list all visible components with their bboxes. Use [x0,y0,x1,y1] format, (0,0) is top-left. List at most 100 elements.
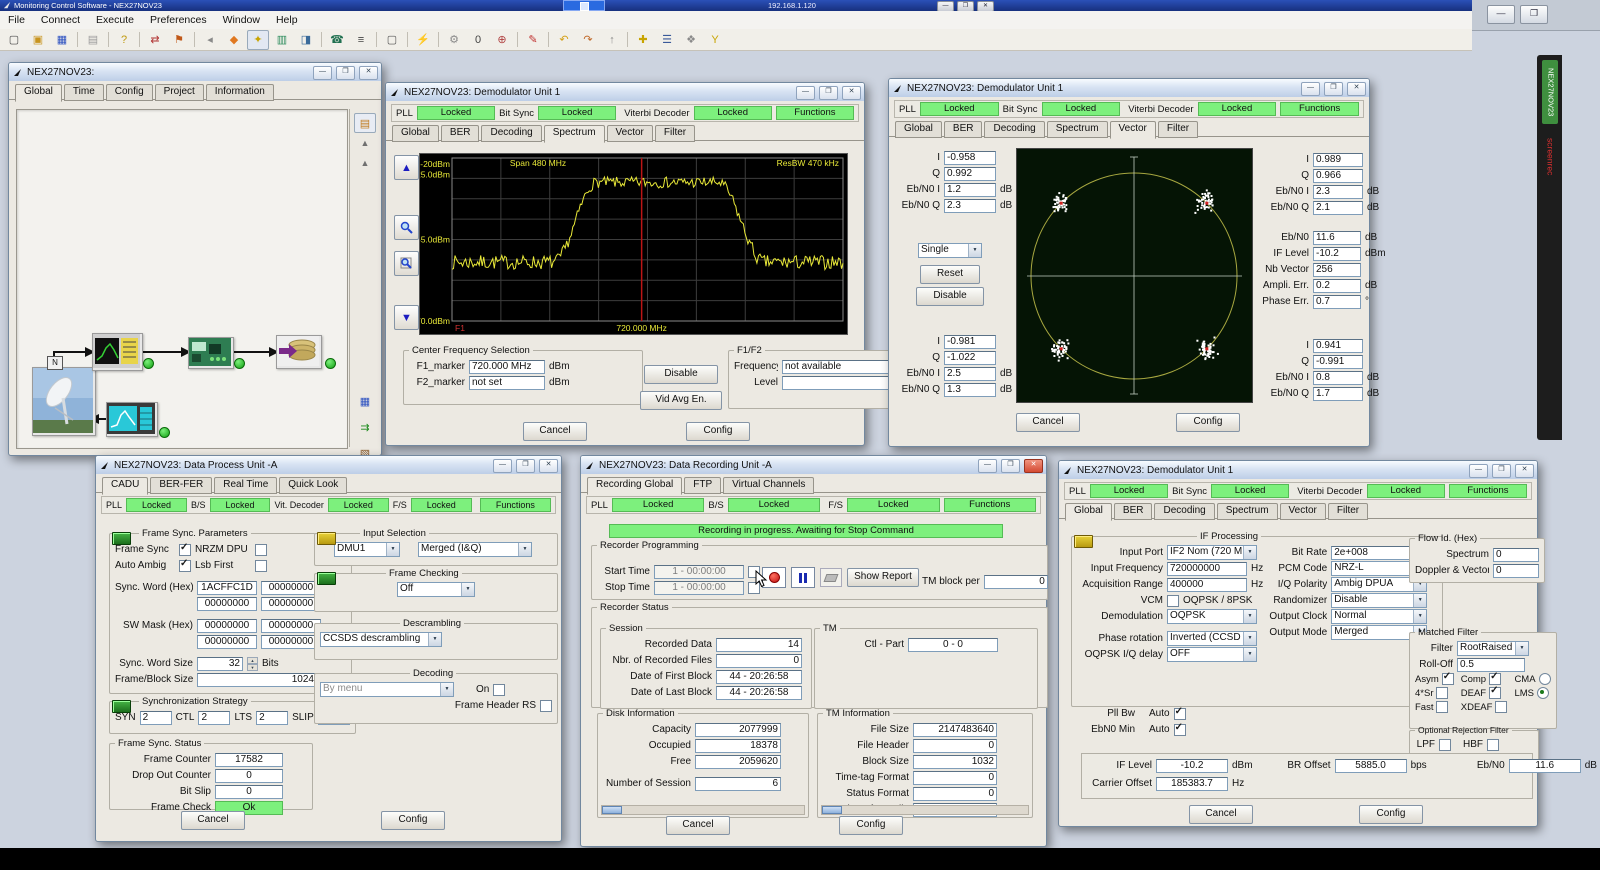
functions-button[interactable]: Functions [1449,484,1527,498]
tab-project[interactable]: Project [155,84,204,101]
tab-decoding[interactable]: Decoding [481,125,541,142]
tab-ber[interactable]: BER [944,121,983,138]
frame-sync-checkbox[interactable] [179,544,191,556]
bit-rate-input[interactable]: 2e+008 [1331,546,1417,560]
fast-checkbox[interactable] [1436,701,1448,713]
menu-help[interactable]: Help [268,12,306,28]
sync-word-size-spinner[interactable]: ▲▼ [247,657,258,670]
tab-cadu[interactable]: CADU [102,477,148,495]
tab-spectrum[interactable]: Spectrum [544,125,605,143]
undo-icon[interactable]: ↶ [553,30,575,50]
tab-config[interactable]: Config [106,84,153,101]
lpf-checkbox[interactable] [1439,739,1451,751]
input-unit-select[interactable]: DMU1▼ [334,542,400,557]
hbf-checkbox[interactable] [1487,739,1499,751]
tab-spectrum[interactable]: Spectrum [1217,503,1278,520]
data-process-node[interactable] [188,337,234,369]
io-plug-icon[interactable]: ⊕ [491,30,513,50]
nav-next-icon[interactable]: ◆ [223,30,245,50]
logbook-icon[interactable]: ✎ [522,30,544,50]
cancel-button[interactable]: Cancel [1189,805,1253,824]
antenna-small-icon[interactable]: ▲ [354,133,376,153]
xdeaf-checkbox[interactable] [1495,701,1507,713]
tab-quick-look[interactable]: Quick Look [279,477,347,494]
4-sr-checkbox[interactable] [1436,687,1448,699]
roll-off-input[interactable]: 0.5 [1457,658,1525,672]
input-port-select[interactable]: IF2 Nom (720 M▼ [1167,545,1257,560]
minimize-button[interactable]: — [493,459,512,473]
antenna-node[interactable] [32,367,96,436]
report-printer-icon[interactable]: ▤ [354,113,376,133]
ebn0-min-checkbox[interactable] [1174,724,1186,736]
side-tab-project[interactable]: NEX27NOV23 [1542,60,1558,124]
config-button[interactable]: Config [686,422,750,441]
tab-spectrum[interactable]: Spectrum [1047,121,1108,138]
scale-up-button[interactable]: ▲ [394,155,419,180]
mode-select[interactable]: Single▼ [918,243,982,258]
close-button[interactable]: ✕ [1347,82,1366,96]
vcm-checkbox[interactable] [1167,595,1179,607]
functions-button[interactable]: Functions [480,498,551,512]
menu-window[interactable]: Window [215,12,268,28]
gear-icon[interactable]: ⚙ [443,30,465,50]
maximize-button[interactable]: ❐ [819,86,838,100]
auto-ambig-checkbox[interactable] [179,560,191,572]
print-icon[interactable]: ▤ [82,30,104,50]
sw-mask-hex-field-2[interactable]: 00000000 [261,619,321,633]
new-file-icon[interactable]: ▢ [3,30,25,50]
close-button[interactable]: ✕ [1515,464,1534,478]
minimize-button[interactable]: — [796,86,815,100]
start-time-field[interactable]: 1 - 00:00:00 [654,565,744,579]
acquisition-range-input[interactable]: 400000 [1167,578,1247,592]
lms-radio[interactable] [1537,687,1549,699]
tab-global[interactable]: Global [1065,503,1112,521]
run-flag-icon[interactable]: ⚑ [168,30,190,50]
reset-button[interactable]: Reset [920,265,980,284]
device-config-icon[interactable]: ▥ [271,30,293,50]
taskbar-item[interactable] [563,0,605,11]
terminal-icon[interactable]: ◨ [295,30,317,50]
config-button[interactable]: Config [839,816,903,835]
tab-decoding[interactable]: Decoding [1154,503,1214,520]
recorder-node[interactable] [276,335,322,369]
scrollbar-thumb[interactable] [822,806,842,814]
titlebar[interactable]: NEX27NOV23: Data Recording Unit -A — ❐ ✕ [581,456,1046,474]
horizontal-scrollbar[interactable] [601,805,805,815]
tab-filter[interactable]: Filter [655,125,695,142]
functions-button[interactable]: Functions [944,498,1037,512]
sync-word-hex-field-1[interactable]: 1ACFFC1D [197,581,257,595]
constellation-display[interactable] [1016,148,1253,403]
decoding-on-checkbox[interactable] [493,684,505,696]
document-icon[interactable]: ▢ [381,30,403,50]
oqpsk-i-q-delay-select[interactable]: OFF▼ [1167,647,1257,662]
tab-global[interactable]: Global [392,125,439,142]
transfer-arrows-icon[interactable]: ⇄ [144,30,166,50]
randomizer-select[interactable]: Disable▼ [1331,593,1427,608]
filter-select[interactable]: RootRaised▼ [1457,641,1529,656]
close-button[interactable]: ✕ [842,86,861,100]
tab-information[interactable]: Information [206,84,274,101]
lightning-icon[interactable]: ⚡ [412,30,434,50]
maximize-button[interactable]: ❐ [516,459,535,473]
tab-virtual-channels[interactable]: Virtual Channels [723,477,814,494]
outer-minimize-button[interactable]: — [1487,5,1515,24]
descrambling-select[interactable]: CCSDS descrambling▼ [320,632,442,647]
decoding-select[interactable]: By menu▼ [320,682,454,697]
config-button[interactable]: Config [1176,413,1240,432]
hex-field-2[interactable]: 00000000 [261,597,321,611]
close-button[interactable]: ✕ [539,459,558,473]
tab-real-time[interactable]: Real Time [214,477,277,494]
output-clock-select[interactable]: Normal▼ [1331,609,1427,624]
minimize-button[interactable]: — [313,66,332,80]
tab-ber[interactable]: BER [1114,503,1153,520]
cancel-button[interactable]: Cancel [523,422,587,441]
titlebar[interactable]: NEX27NOV23: — ❐ ✕ [9,63,381,81]
ctl-field[interactable]: 2 [198,711,230,725]
tab-recording-global[interactable]: Recording Global [587,477,682,495]
tab-time[interactable]: Time [64,84,104,101]
nav-back-icon[interactable]: ◂ [199,30,221,50]
maximize-button[interactable]: ❐ [1492,464,1511,478]
erase-button[interactable] [820,568,842,587]
menu-preferences[interactable]: Preferences [142,12,215,28]
spin-down-icon[interactable]: ▼ [247,664,258,671]
